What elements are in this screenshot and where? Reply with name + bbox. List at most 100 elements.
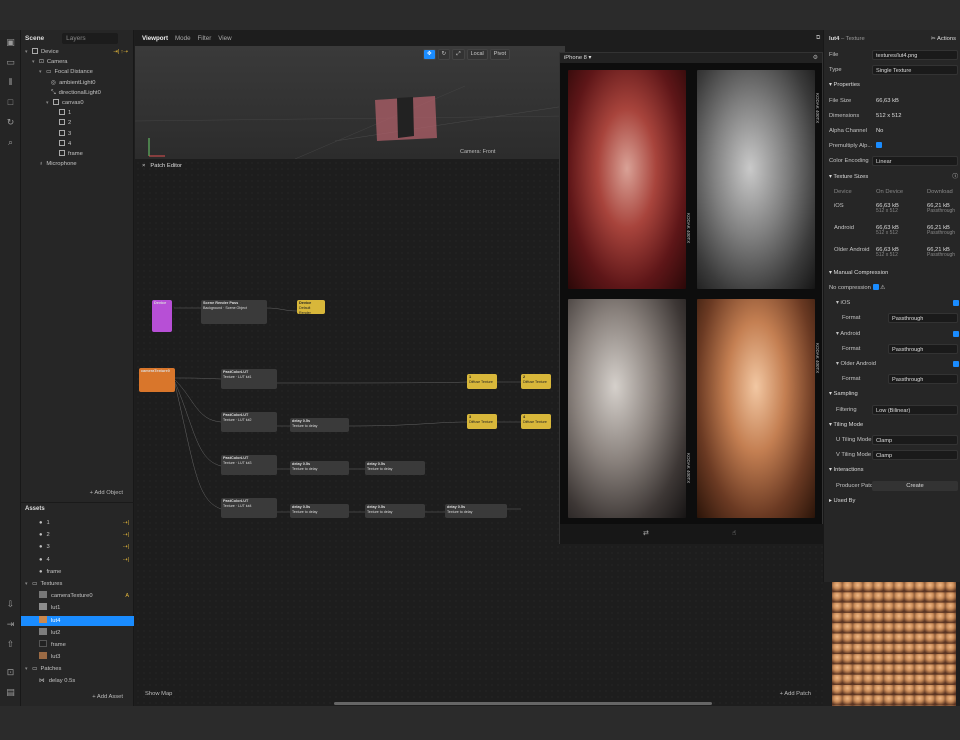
ios-row[interactable]: ▾ iOS: [824, 296, 960, 311]
asset-item-frame-texture[interactable]: frame: [21, 639, 134, 650]
login-icon[interactable]: ⇥: [4, 618, 17, 631]
stop-icon[interactable]: □: [4, 96, 17, 109]
patch-node-camera-texture[interactable]: cameraTexture0: [139, 368, 175, 392]
asset-item-camera-texture[interactable]: cameraTexture0 A: [21, 591, 134, 601]
scene-item-rect-4[interactable]: 4: [21, 139, 133, 149]
patch-node-device-render[interactable]: Device Default Render: [297, 300, 325, 314]
viewport[interactable]: ✥ ↻ ⤢ Local Pivot Camera: Front: [135, 46, 565, 159]
scene-item-frame[interactable]: frame: [21, 149, 133, 159]
interactions-section[interactable]: ▾ Interactions: [824, 463, 960, 478]
used-by-section[interactable]: ▸ Used By: [824, 494, 960, 509]
file-field[interactable]: textures/lut4.png: [872, 50, 958, 60]
scene-item-microphone[interactable]: ♁ Microphone: [21, 159, 133, 169]
video-icon[interactable]: ▭: [4, 56, 17, 69]
ios-format-select[interactable]: Passthrough: [888, 313, 958, 324]
horizontal-scrollbar[interactable]: [334, 702, 712, 705]
v-tiling-select[interactable]: Clamp: [872, 450, 958, 461]
tiling-section[interactable]: ▾ Tiling Mode: [824, 418, 960, 433]
menu-viewport[interactable]: Viewport: [142, 35, 168, 42]
chevron-down-icon[interactable]: ▾: [589, 55, 592, 61]
switch-camera-icon[interactable]: ⇄: [643, 529, 649, 537]
menu-filter[interactable]: Filter: [198, 35, 212, 42]
add-patch-button[interactable]: + Add Patch: [780, 691, 811, 697]
scene-item-ambient-light[interactable]: ◎ ambientLight0: [21, 78, 133, 88]
patch-node-material-4[interactable]: 4 Diffuse Texture: [521, 414, 551, 429]
touch-icon[interactable]: ☝: [732, 529, 736, 537]
asset-item-frame[interactable]: ● frame: [21, 567, 134, 577]
patch-node-material-2[interactable]: 2 Diffuse Texture: [521, 374, 551, 389]
premultiply-checkbox[interactable]: [876, 142, 882, 149]
no-compression-checkbox[interactable]: [872, 284, 879, 291]
scene-item-directional-light[interactable]: ⤡ directionalLight0: [21, 88, 133, 98]
layout-icon[interactable]: ▣: [4, 36, 17, 49]
scene-item-canvas[interactable]: ▾ canvas0: [21, 98, 133, 108]
patch-node-delay[interactable]: delay 0.5s Texture to delay: [445, 504, 507, 518]
asset-folder-patches[interactable]: ▾ ▭ Patches: [21, 664, 134, 674]
chevron-down-icon[interactable]: ▾: [25, 579, 32, 589]
asset-folder-textures[interactable]: ▾ ▭ Textures: [21, 579, 134, 589]
export-icon[interactable]: ⇩: [4, 598, 17, 611]
show-map-button[interactable]: Show Map: [145, 691, 172, 697]
scene-item-rect-3[interactable]: 3: [21, 129, 133, 139]
patch-node-delay[interactable]: delay 0.5s Texture to delay: [365, 504, 425, 518]
type-select[interactable]: Single Texture: [872, 65, 958, 76]
sampling-section[interactable]: ▾ Sampling: [824, 387, 960, 402]
create-button[interactable]: Create: [872, 480, 958, 491]
chevron-down-icon[interactable]: ▾: [46, 98, 53, 108]
older-android-row[interactable]: ▾ Older Android: [824, 357, 960, 372]
patch-node-delay[interactable]: delay 0.5s Texture to delay: [290, 418, 349, 432]
lock-icon[interactable]: ⊡: [4, 666, 17, 679]
patch-node-lut-1[interactable]: PastColorLUT Texture · LUT lut1: [221, 369, 277, 389]
patch-node-material-3[interactable]: 3 Diffuse Texture: [467, 414, 497, 429]
device-simulator[interactable]: iPhone 8 ▾ ⚙ KODAK 400TX KODAK 400TX KODA…: [559, 52, 824, 544]
scene-item-device[interactable]: ▾ Device ⇥| ↑⇢: [21, 47, 133, 57]
info-icon[interactable]: ⓘ: [952, 170, 958, 185]
patch-node-lut-4[interactable]: PastColorLUT Texture · LUT lut4: [221, 498, 277, 518]
refresh-icon[interactable]: ↻: [4, 116, 17, 129]
tab-scene[interactable]: Scene: [21, 35, 48, 42]
asset-item-lut2[interactable]: lut2: [21, 627, 134, 638]
filtering-select[interactable]: Low (Bilinear): [872, 404, 958, 415]
manual-compression-section[interactable]: ▾ Manual Compression: [824, 266, 960, 281]
android-format-select[interactable]: Passthrough: [888, 343, 958, 354]
patch-node-lut-2[interactable]: PastColorLUT Texture · LUT lut2: [221, 412, 277, 432]
upload-icon[interactable]: ⇧: [4, 638, 17, 651]
scene-item-camera[interactable]: ▾ ⊡ Camera: [21, 57, 133, 67]
menu-view[interactable]: View: [218, 35, 231, 42]
actions-button[interactable]: ✂ Actions: [931, 30, 956, 48]
patch-node-delay[interactable]: delay 0.5s Texture to delay: [290, 461, 349, 475]
patch-node-material-1[interactable]: 1 Diffuse Texture: [467, 374, 497, 389]
older-android-checkbox[interactable]: [953, 361, 959, 367]
chevron-down-icon[interactable]: ▾: [39, 67, 46, 77]
asset-item-4[interactable]: ● 4 ⇢|: [21, 555, 134, 565]
library-icon[interactable]: ⫴: [4, 76, 17, 89]
asset-item-2[interactable]: ● 2 ⇢|: [21, 530, 134, 540]
asset-item-lut3[interactable]: lut3: [21, 652, 134, 662]
asset-item-lut1[interactable]: lut1: [21, 603, 134, 613]
grid-icon[interactable]: ▤: [4, 686, 17, 699]
patch-node-delay[interactable]: delay 0.5s Texture to delay: [365, 461, 425, 475]
tab-layers[interactable]: Layers: [62, 32, 119, 44]
ios-checkbox[interactable]: [953, 300, 959, 307]
asset-item-3[interactable]: ● 3 ⇢|: [21, 542, 134, 552]
patch-node-device[interactable]: Device: [152, 300, 172, 332]
scene-item-focal-distance[interactable]: ▾ ▭ Focal Distance: [21, 67, 133, 77]
android-row[interactable]: ▾ Android: [824, 327, 960, 342]
add-object-button[interactable]: + Add Object: [90, 490, 123, 496]
properties-section[interactable]: ▾ Properties: [824, 78, 960, 93]
u-tiling-select[interactable]: Clamp: [872, 434, 958, 445]
patch-node-delay[interactable]: delay 0.5s Texture to delay: [290, 504, 349, 518]
texture-sizes-section[interactable]: ▾ Texture Sizes ⓘ: [824, 170, 960, 185]
popout-icon[interactable]: ⧉: [816, 34, 820, 42]
search-icon[interactable]: ⌕: [4, 136, 17, 149]
device-select[interactable]: iPhone 8: [564, 55, 587, 61]
asset-item-lut4[interactable]: lut4: [21, 615, 134, 626]
chevron-down-icon[interactable]: ▾: [25, 47, 32, 57]
add-asset-button[interactable]: + Add Asset: [92, 694, 123, 700]
asset-item-delay[interactable]: ⋈ delay 0.5s: [21, 676, 134, 686]
chevron-down-icon[interactable]: ▾: [25, 664, 32, 674]
color-encoding-select[interactable]: Linear: [872, 156, 958, 167]
patch-node-lut-3[interactable]: PastColorLUT Texture · LUT lut3: [221, 455, 277, 475]
android-checkbox[interactable]: [953, 330, 959, 337]
menu-mode[interactable]: Mode: [175, 35, 190, 42]
